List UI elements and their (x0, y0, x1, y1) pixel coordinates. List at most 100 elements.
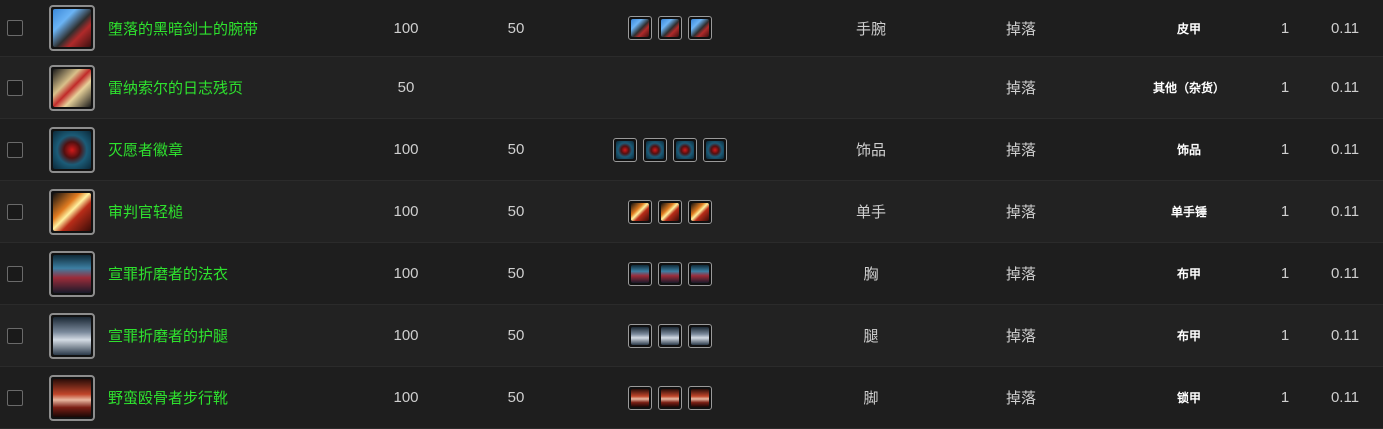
drop-rate: 0.11 (1330, 19, 1360, 37)
item-level: 50 (507, 141, 525, 158)
variant-icons (600, 181, 740, 242)
item-source: 掉落 (1005, 266, 1036, 283)
robe-variant-icon[interactable] (628, 261, 652, 286)
item-source: 掉落 (1005, 328, 1036, 345)
row-checkbox[interactable] (7, 327, 23, 344)
table-row[interactable]: 野蛮殴骨者步行靴 100 50 脚 掉落 锁甲 1 0.11 (0, 367, 1383, 429)
item-slot: 胸 (863, 266, 879, 283)
table-row[interactable]: 堕落的黑暗剑士的腕带 100 50 手腕 掉落 皮甲 1 0.11 (0, 0, 1383, 57)
legs-variant-icon[interactable] (688, 323, 712, 348)
item-name-link[interactable]: 审判官轻槌 (108, 181, 183, 242)
boots-variant-icon[interactable] (628, 385, 652, 410)
item-slot: 单手 (855, 204, 886, 221)
insignia-variant-icon[interactable] (643, 137, 667, 162)
drop-count: 1 (1280, 19, 1290, 37)
variant-icons (600, 57, 740, 118)
insignia-variant-icon[interactable] (673, 137, 697, 162)
item-type: 锁甲 (1176, 391, 1201, 405)
item-level: 50 (507, 203, 525, 220)
item-source: 掉落 (1005, 20, 1036, 38)
drop-rate: 0.11 (1330, 203, 1360, 220)
bracer-variant-icon[interactable] (628, 16, 652, 40)
item-source: 掉落 (1005, 80, 1036, 97)
item-name-link[interactable]: 野蛮殴骨者步行靴 (108, 367, 228, 428)
legs-variant-icon[interactable] (628, 323, 652, 348)
row-checkbox[interactable] (7, 389, 23, 406)
variant-icons (600, 367, 740, 428)
item-name-link[interactable]: 宣罪折磨者的护腿 (108, 305, 228, 366)
row-checkbox[interactable] (7, 20, 23, 36)
variant-icons (600, 119, 740, 180)
robe-variant-icon[interactable] (688, 261, 712, 286)
drop-count: 1 (1280, 79, 1290, 96)
insignia-variant-icon[interactable] (703, 137, 727, 162)
item-name-link[interactable]: 灭愿者徽章 (108, 119, 183, 180)
item-source: 掉落 (1005, 142, 1036, 159)
insignia-icon[interactable] (49, 126, 95, 173)
required-level: 100 (393, 265, 419, 282)
item-slot: 脚 (863, 390, 879, 407)
required-level: 100 (393, 327, 419, 344)
drop-count: 1 (1280, 389, 1290, 406)
item-level: 50 (507, 389, 525, 406)
drop-rate: 0.11 (1330, 327, 1360, 344)
item-source: 掉落 (1005, 204, 1036, 221)
item-level: 50 (507, 19, 525, 37)
legs-icon[interactable] (49, 312, 95, 359)
required-level: 100 (393, 389, 419, 406)
required-level: 100 (393, 141, 419, 158)
variant-icons (600, 0, 740, 56)
drop-count: 1 (1280, 265, 1290, 282)
bracer-variant-icon[interactable] (688, 16, 712, 40)
item-slot: 饰品 (855, 142, 886, 159)
row-checkbox[interactable] (7, 265, 23, 282)
robe-variant-icon[interactable] (658, 261, 682, 286)
table-row[interactable]: 灭愿者徽章 100 50 饰品 掉落 饰品 1 0.11 (0, 119, 1383, 181)
boots-icon[interactable] (49, 374, 95, 421)
scroll-icon[interactable] (49, 64, 95, 111)
row-checkbox[interactable] (7, 79, 23, 96)
row-checkbox[interactable] (7, 141, 23, 158)
bracer-icon[interactable] (49, 5, 95, 51)
item-type: 单手锤 (1170, 205, 1207, 219)
table-row[interactable]: 审判官轻槌 100 50 单手 掉落 单手锤 1 0.11 (0, 181, 1383, 243)
item-source: 掉落 (1005, 390, 1036, 407)
mace-icon[interactable] (49, 188, 95, 235)
bracer-variant-icon[interactable] (658, 16, 682, 40)
item-level: 50 (507, 327, 525, 344)
mace-variant-icon[interactable] (688, 199, 712, 224)
variant-icons (600, 243, 740, 304)
required-level: 50 (397, 79, 415, 96)
insignia-variant-icon[interactable] (613, 137, 637, 162)
table-row[interactable]: 宣罪折磨者的法衣 100 50 胸 掉落 布甲 1 0.11 (0, 243, 1383, 305)
drop-rate: 0.11 (1330, 265, 1360, 282)
item-level: 50 (507, 265, 525, 282)
table-row[interactable]: 雷纳索尔的日志残页 50 掉落 其他（杂货） 1 0.11 (0, 57, 1383, 119)
item-slot: 腿 (863, 328, 879, 345)
mace-variant-icon[interactable] (628, 199, 652, 224)
item-type: 布甲 (1176, 329, 1201, 343)
drop-count: 1 (1280, 203, 1290, 220)
boots-variant-icon[interactable] (688, 385, 712, 410)
item-type: 其他（杂货） (1152, 81, 1225, 95)
required-level: 100 (393, 19, 419, 37)
drop-rate: 0.11 (1330, 389, 1360, 406)
boots-variant-icon[interactable] (658, 385, 682, 410)
mace-variant-icon[interactable] (658, 199, 682, 224)
drop-rate: 0.11 (1330, 79, 1360, 96)
item-slot (835, 57, 907, 118)
variant-icons (600, 305, 740, 366)
loot-table: 堕落的黑暗剑士的腕带 100 50 手腕 掉落 皮甲 1 0.11 雷纳索尔的日… (0, 0, 1383, 429)
drop-count: 1 (1280, 141, 1290, 158)
row-checkbox[interactable] (7, 203, 23, 220)
item-level (486, 57, 546, 118)
item-slot: 手腕 (855, 20, 886, 38)
item-type: 布甲 (1176, 267, 1201, 281)
item-name-link[interactable]: 堕落的黑暗剑士的腕带 (108, 0, 258, 56)
robe-icon[interactable] (49, 250, 95, 297)
table-row[interactable]: 宣罪折磨者的护腿 100 50 腿 掉落 布甲 1 0.11 (0, 305, 1383, 367)
legs-variant-icon[interactable] (658, 323, 682, 348)
item-name-link[interactable]: 雷纳索尔的日志残页 (108, 57, 243, 118)
item-name-link[interactable]: 宣罪折磨者的法衣 (108, 243, 228, 304)
drop-rate: 0.11 (1330, 141, 1360, 158)
